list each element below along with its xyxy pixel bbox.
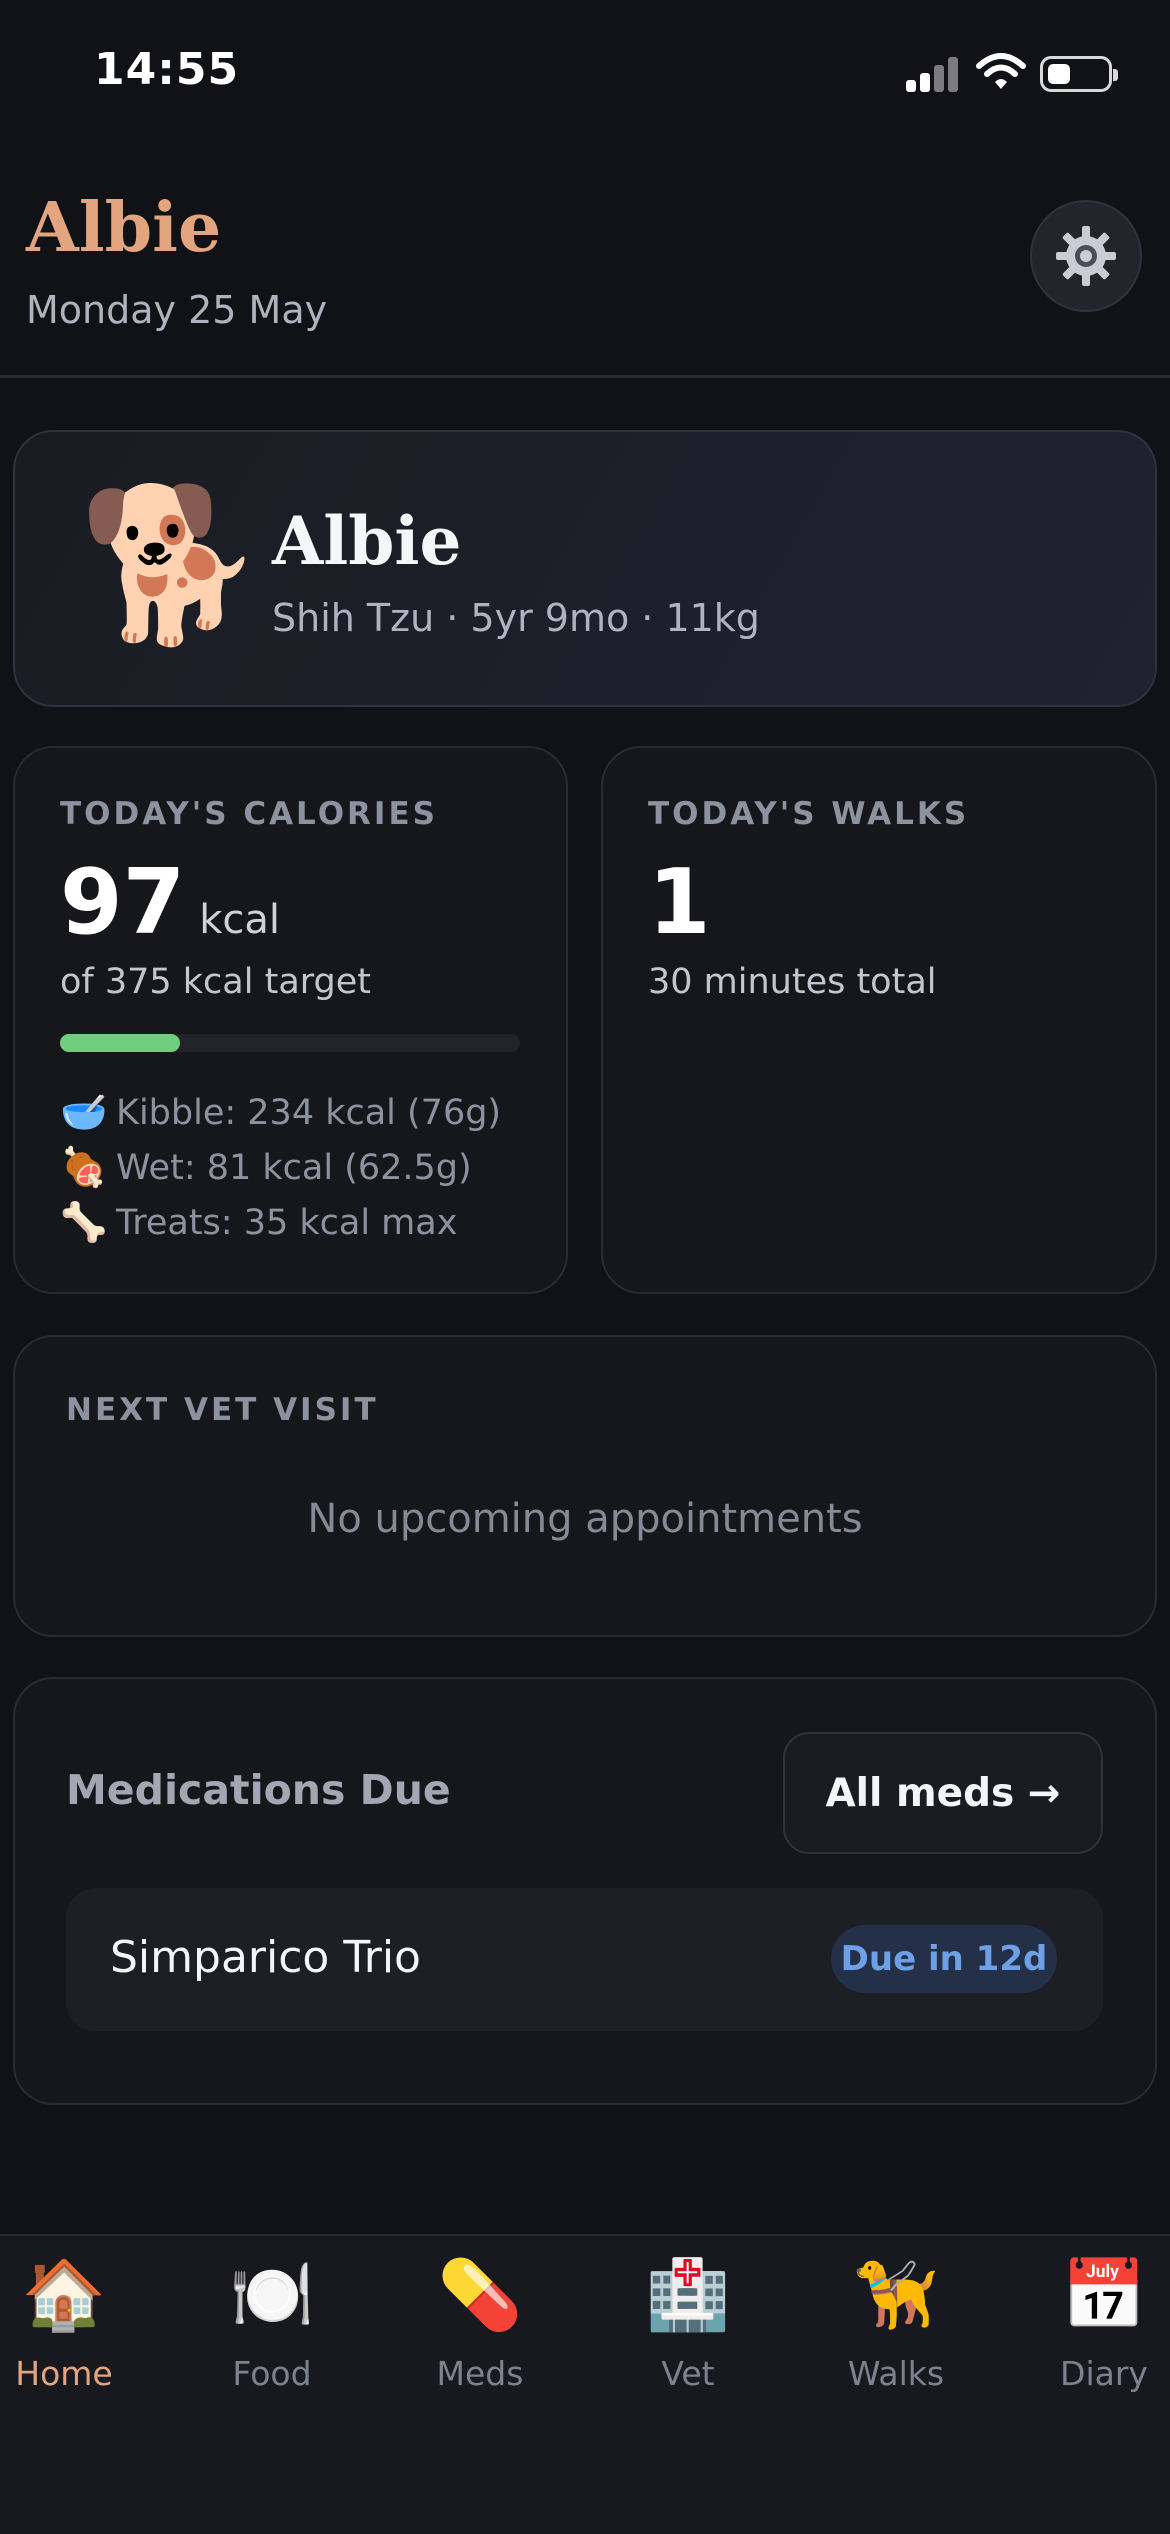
vet-empty-state: No upcoming appointments <box>307 1496 863 1542</box>
calories-value-group: 97 kcal <box>60 858 280 948</box>
calories-label: TODAY'S CALORIES <box>60 796 438 832</box>
tab-vet[interactable]: 🏥 Vet <box>598 2256 778 2394</box>
date-label: Monday 25 May <box>26 288 328 332</box>
signal-icon <box>906 56 958 92</box>
wet-food-text: Wet: 81 kcal (62.5g) <box>116 1147 472 1188</box>
bowl-icon: 🥣 <box>60 1090 108 1134</box>
medications-title: Medications Due <box>66 1766 451 1814</box>
walks-value: 1 <box>648 850 711 955</box>
treats-text: Treats: 35 kcal max <box>116 1202 458 1243</box>
pet-details: Shih Tzu · 5yr 9mo · 11kg <box>272 596 760 640</box>
calories-progress-fill <box>60 1034 180 1052</box>
guide-dog-icon: 🦮 <box>853 2256 939 2335</box>
due-badge: Due in 12d <box>831 1925 1057 1993</box>
tab-home[interactable]: 🏠 Home <box>0 2256 154 2394</box>
vet-label: NEXT VET VISIT <box>66 1392 379 1428</box>
walks-label: TODAY'S WALKS <box>648 796 970 832</box>
bone-icon: 🦴 <box>60 1200 108 1244</box>
walks-total: 30 minutes total <box>648 962 937 1002</box>
kibble-text: Kibble: 234 kcal (76g) <box>116 1092 502 1133</box>
medication-name: Simparico Trio <box>110 1932 421 1983</box>
header-divider <box>0 375 1170 378</box>
calories-value: 97 <box>60 850 186 955</box>
pill-icon: 💊 <box>437 2256 523 2335</box>
treats-line: 🦴 Treats: 35 kcal max <box>60 1195 501 1250</box>
pet-name: Albie <box>272 502 462 580</box>
tab-walks[interactable]: 🦮 Walks <box>806 2256 986 2394</box>
wifi-icon <box>976 52 1026 92</box>
page-title: Albie <box>26 188 222 268</box>
house-icon: 🏠 <box>21 2256 107 2335</box>
next-vet-visit-card[interactable] <box>13 1335 1157 1637</box>
tab-label: Food <box>232 2354 312 2393</box>
calendar-icon: 📅 <box>1061 2256 1147 2335</box>
all-meds-button[interactable]: All meds → <box>783 1732 1103 1854</box>
dog-icon: 🐕 <box>78 478 265 652</box>
calories-target: of 375 kcal target <box>60 962 372 1002</box>
kibble-line: 🥣 Kibble: 234 kcal (76g) <box>60 1085 501 1140</box>
settings-button[interactable] <box>1030 200 1142 312</box>
tab-food[interactable]: 🍽️ Food <box>182 2256 362 2394</box>
calories-unit: kcal <box>199 897 281 943</box>
tab-label: Home <box>15 2354 113 2393</box>
tab-label: Diary <box>1060 2354 1148 2393</box>
status-time: 14:55 <box>94 44 240 95</box>
tab-label: Walks <box>847 2354 945 2393</box>
gear-icon <box>1056 226 1116 286</box>
tab-diary[interactable]: 📅 Diary <box>1014 2256 1170 2394</box>
tab-label: Vet <box>661 2354 715 2393</box>
calories-progress-bar <box>60 1034 520 1052</box>
calories-breakdown: 🥣 Kibble: 234 kcal (76g) 🍖 Wet: 81 kcal … <box>60 1085 501 1250</box>
tab-meds[interactable]: 💊 Meds <box>390 2256 570 2394</box>
battery-icon <box>1040 56 1118 92</box>
tab-label: Meds <box>436 2354 524 2393</box>
tab-bar <box>0 2234 1170 2534</box>
meat-icon: 🍖 <box>60 1145 108 1189</box>
plate-icon: 🍽️ <box>229 2256 315 2335</box>
hospital-icon: 🏥 <box>645 2256 731 2335</box>
wet-food-line: 🍖 Wet: 81 kcal (62.5g) <box>60 1140 501 1195</box>
